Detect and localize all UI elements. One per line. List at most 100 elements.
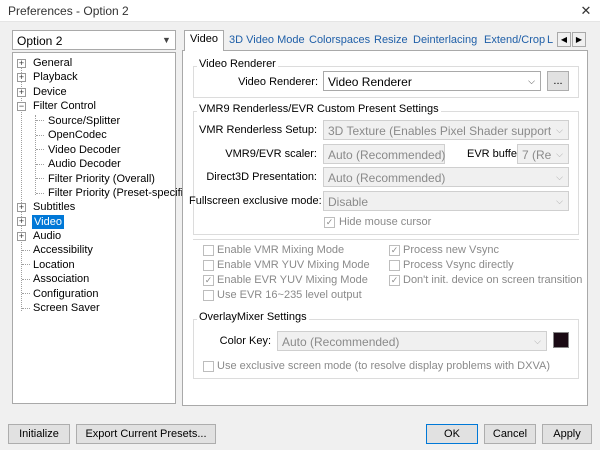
fullscreen-exclusive-value: Disable <box>328 195 369 209</box>
chevron-down-icon: ⌵ <box>551 121 568 139</box>
tree-item-filter-priority-overall[interactable]: Filter Priority (Overall) <box>48 172 155 186</box>
fullscreen-exclusive-label: Fullscreen exclusive mode: <box>189 195 322 207</box>
color-key-swatch[interactable] <box>553 332 569 348</box>
expand-icon[interactable]: + <box>17 232 26 241</box>
exclusive-screen-label: Use exclusive screen mode (to resolve di… <box>217 360 550 372</box>
dont-init-device-checkbox[interactable]: ✓ <box>389 275 400 286</box>
tab-scroll-left-icon[interactable]: ◀ <box>557 32 571 47</box>
vmr-mixing-checkbox[interactable] <box>203 245 214 256</box>
tab-strip: Video 3D Video Mode Colorspaces Resize D… <box>182 30 588 51</box>
tree-item-accessibility[interactable]: Accessibility <box>33 243 93 257</box>
tree-connector <box>36 149 44 150</box>
exclusive-screen-checkbox[interactable] <box>203 361 214 372</box>
chevron-down-icon: ⌵ <box>556 172 563 182</box>
tab-extend-crop[interactable]: Extend/Crop <box>479 32 550 50</box>
chevron-down-icon: ▼ <box>162 35 171 45</box>
video-renderer-value: Video Renderer <box>328 75 412 89</box>
fullscreen-exclusive-dropdown[interactable]: Disable ⌵ <box>323 191 569 211</box>
window-title: Preferences - Option 2 <box>8 4 129 18</box>
expand-icon[interactable]: + <box>17 217 26 226</box>
vmr-yuv-mixing-checkbox[interactable] <box>203 260 214 271</box>
chevron-down-icon: ⌵ <box>432 149 439 159</box>
hide-cursor-checkbox[interactable]: ✓ <box>324 217 335 228</box>
tree-item-filter-priority-preset[interactable]: Filter Priority (Preset-specific) <box>48 186 192 200</box>
chevron-down-icon: ⌵ <box>528 76 535 86</box>
video-renderer-label: Video Renderer: <box>238 76 318 88</box>
close-icon[interactable]: ✕ <box>578 3 594 19</box>
tree-item-video[interactable]: Video <box>32 215 64 229</box>
tree-item-playback[interactable]: Playback <box>33 70 78 84</box>
color-key-dropdown[interactable]: Auto (Recommended) ⌵ <box>277 331 547 351</box>
apply-button[interactable]: Apply <box>542 424 592 444</box>
browse-renderer-button[interactable]: ... <box>547 71 569 91</box>
video-tab-panel: Video Renderer Video Renderer: Video Ren… <box>182 50 588 406</box>
vmr-scaler-dropdown[interactable]: Auto (Recommended) ⌵ <box>323 144 445 164</box>
tree-item-association[interactable]: Association <box>33 272 89 286</box>
process-vsync-directly-checkbox[interactable] <box>389 260 400 271</box>
ok-button[interactable]: OK <box>426 424 478 444</box>
vmr-setup-label: VMR Renderless Setup: <box>199 124 317 136</box>
preset-value: Option 2 <box>17 34 63 48</box>
tree-item-screen-saver[interactable]: Screen Saver <box>33 301 100 315</box>
tab-resize[interactable]: Resize <box>369 32 413 50</box>
vmr-yuv-mixing-label: Enable VMR YUV Mixing Mode <box>217 259 370 271</box>
evr-level-output-checkbox[interactable] <box>203 290 214 301</box>
evr-yuv-mixing-label: Enable EVR YUV Mixing Mode <box>217 274 368 286</box>
preset-dropdown[interactable]: Option 2 ▼ <box>12 30 176 50</box>
color-key-value: Auto (Recommended) <box>282 335 400 349</box>
tab-truncated[interactable]: L <box>544 32 556 50</box>
expand-icon[interactable]: + <box>17 73 26 82</box>
divider <box>193 239 579 240</box>
tree-connector <box>22 308 30 309</box>
evr-yuv-mixing-checkbox[interactable]: ✓ <box>203 275 214 286</box>
tree-connector <box>36 178 44 179</box>
tree-connector <box>22 279 30 280</box>
chevron-down-icon: ⌵ <box>534 336 541 346</box>
d3d-presentation-dropdown[interactable]: Auto (Recommended) ⌵ <box>323 167 569 187</box>
evr-buffer-dropdown[interactable]: 7 (Reco ⌵ <box>517 144 569 164</box>
tree-item-configuration[interactable]: Configuration <box>33 287 98 301</box>
tab-video[interactable]: Video <box>184 30 224 51</box>
tree-item-source-splitter[interactable]: Source/Splitter <box>48 114 120 128</box>
evr-level-output-label: Use EVR 16~235 level output <box>217 289 362 301</box>
tree-connector <box>22 293 30 294</box>
expand-icon[interactable]: + <box>17 59 26 68</box>
d3d-presentation-value: Auto (Recommended) <box>328 171 446 185</box>
tree-item-subtitles[interactable]: Subtitles <box>33 200 75 214</box>
tree-guide-line-sub <box>35 115 36 195</box>
video-renderer-group-title: Video Renderer <box>197 58 278 70</box>
collapse-icon[interactable]: − <box>17 102 26 111</box>
tab-scroll-right-icon[interactable]: ▶ <box>572 32 586 47</box>
video-renderer-dropdown[interactable]: Video Renderer ⌵ <box>323 71 541 91</box>
tree-connector <box>36 135 44 136</box>
vmr-setup-dropdown[interactable]: 3D Texture (Enables Pixel Shader support… <box>323 120 569 140</box>
tree-item-location[interactable]: Location <box>33 258 75 272</box>
tab-deinterlacing[interactable]: Deinterlacing <box>408 32 482 50</box>
chevron-down-icon: ⌵ <box>556 196 563 206</box>
tab-colorspaces[interactable]: Colorspaces <box>304 32 375 50</box>
initialize-button[interactable]: Initialize <box>8 424 70 444</box>
expand-icon[interactable]: + <box>17 203 26 212</box>
export-presets-button[interactable]: Export Current Presets... <box>76 424 216 444</box>
vmr-scaler-label: VMR9/EVR scaler: <box>225 148 317 160</box>
vmr-settings-group-title: VMR9 Renderless/EVR Custom Present Setti… <box>197 103 441 115</box>
category-tree[interactable]: + General + Playback + Device − Filter C… <box>12 52 192 404</box>
tree-item-general[interactable]: General <box>33 56 72 70</box>
expand-icon[interactable]: + <box>17 88 26 97</box>
tree-item-device[interactable]: Device <box>33 85 67 99</box>
process-new-vsync-checkbox[interactable]: ✓ <box>389 245 400 256</box>
vmr-setup-value: 3D Texture (Enables Pixel Shader support… <box>328 124 568 138</box>
process-vsync-directly-label: Process Vsync directly <box>403 259 514 271</box>
evr-buffer-label: EVR buffer: <box>467 148 524 160</box>
tree-item-audio[interactable]: Audio <box>33 229 61 243</box>
vmr-mixing-label: Enable VMR Mixing Mode <box>217 244 345 256</box>
tab-3d-video-mode[interactable]: 3D Video Mode <box>224 32 310 50</box>
tree-item-opencodec[interactable]: OpenCodec <box>48 128 107 142</box>
tree-connector <box>36 193 44 194</box>
tree-connector <box>22 250 30 251</box>
tree-item-filter-control[interactable]: Filter Control <box>33 99 96 113</box>
tree-item-video-decoder[interactable]: Video Decoder <box>48 143 121 157</box>
tree-connector <box>36 164 44 165</box>
cancel-button[interactable]: Cancel <box>484 424 536 444</box>
tree-item-audio-decoder[interactable]: Audio Decoder <box>48 157 121 171</box>
